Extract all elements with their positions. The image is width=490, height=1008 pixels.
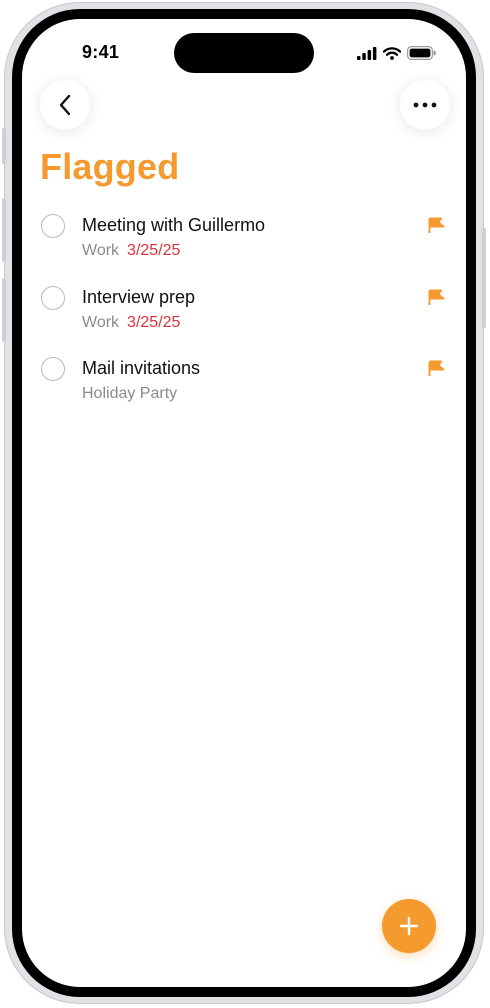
add-reminder-button[interactable] [382, 899, 436, 953]
reminder-title: Meeting with Guillermo [82, 215, 266, 235]
more-options-button[interactable] [400, 80, 450, 130]
battery-icon [407, 46, 436, 60]
side-button [482, 228, 486, 328]
reminder-details: Work 3/25/25 [82, 314, 180, 332]
reminder-title: Interview prep [82, 287, 196, 307]
reminder-list-name: Holiday Party [82, 385, 178, 402]
reminder-list-name: Work [82, 242, 120, 259]
page-title: Flagged [40, 146, 180, 187]
flag-icon [428, 217, 445, 233]
reminder-details: Holiday Party [82, 385, 177, 403]
plus-icon [399, 916, 419, 936]
reminder-due-date: 3/25/25 [127, 242, 181, 259]
volume-down-button [2, 278, 6, 342]
action-button [2, 128, 6, 164]
reminder-due-date: 3/25/25 [127, 314, 181, 331]
volume-up-button [2, 198, 6, 262]
list-item[interactable]: Mail invitations Holiday Party [22, 354, 466, 414]
dynamic-island [174, 33, 314, 73]
completion-checkbox[interactable] [41, 286, 65, 310]
list-item[interactable]: Meeting with Guillermo Work 3/25/25 [22, 211, 466, 271]
wifi-icon [383, 46, 401, 60]
reminder-list-name: Work [82, 314, 120, 331]
chevron-left-icon [59, 94, 71, 116]
list-item[interactable]: Interview prep Work 3/25/25 [22, 283, 466, 343]
flag-icon [428, 360, 445, 376]
reminder-title: Mail invitations [82, 358, 201, 378]
cellular-signal-icon [357, 46, 377, 60]
completion-checkbox[interactable] [41, 357, 65, 381]
home-indicator [177, 971, 311, 976]
back-button[interactable] [40, 80, 90, 130]
status-icons [357, 45, 436, 61]
flag-icon [428, 289, 445, 305]
screen: 9:41 Flagged Meeting with Guillermo Work… [22, 19, 466, 987]
completion-checkbox[interactable] [41, 214, 65, 238]
ellipsis-icon [413, 102, 437, 108]
status-time: 9:41 [82, 42, 120, 62]
reminder-details: Work 3/25/25 [82, 242, 180, 260]
